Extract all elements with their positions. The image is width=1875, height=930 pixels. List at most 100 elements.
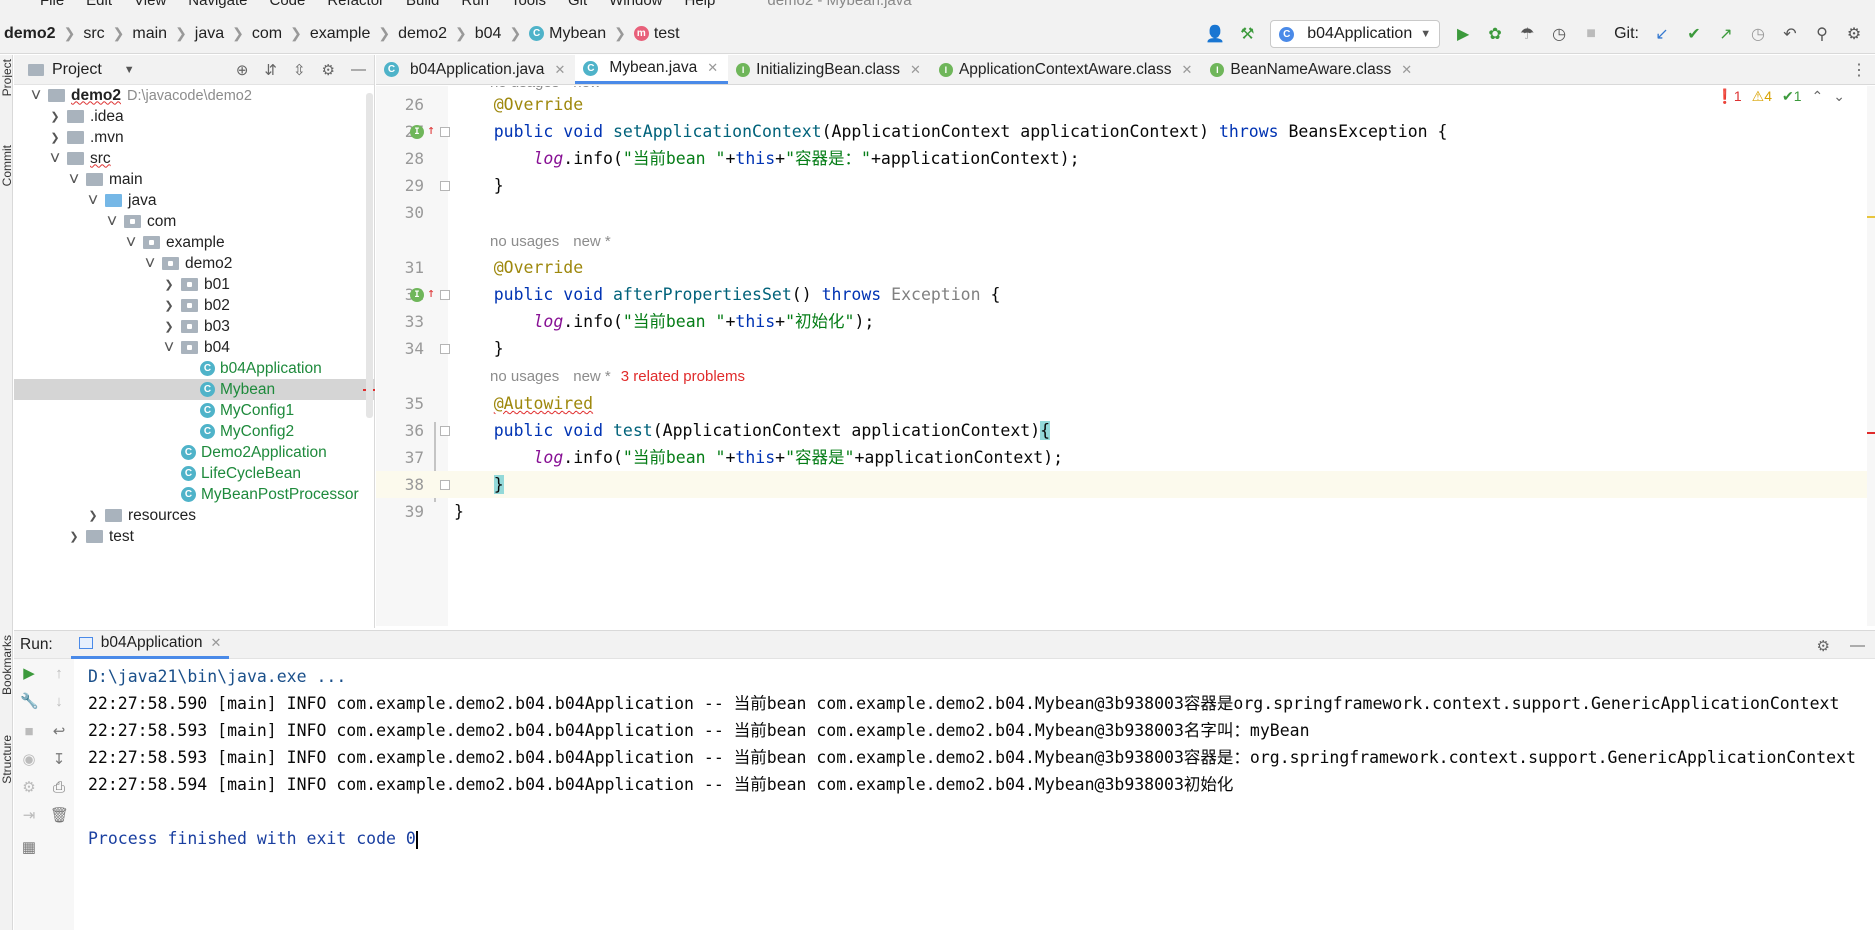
git-push-icon[interactable]: ↗ xyxy=(1717,25,1735,43)
arrow-down-icon[interactable]: ↓ xyxy=(50,693,68,711)
breadcrumb-item[interactable]: main xyxy=(132,25,167,43)
settings-icon[interactable]: ⚙ xyxy=(20,779,38,797)
camera-icon[interactable]: ◉ xyxy=(20,751,38,769)
menu-item[interactable]: Run xyxy=(461,0,489,9)
layout-icon[interactable]: ▦ xyxy=(20,839,38,857)
scroll-to-end-icon[interactable]: ↧ xyxy=(50,751,68,769)
breadcrumb-item[interactable]: m test xyxy=(633,25,680,43)
chevron-down-icon[interactable]: ▼ xyxy=(124,64,135,76)
code-line[interactable]: 30 xyxy=(376,199,1875,226)
menu-item[interactable]: Refactor xyxy=(327,0,384,9)
git-update-icon[interactable]: ↙ xyxy=(1653,25,1671,43)
editor-tab[interactable]: Cb04Application.java ✕ xyxy=(376,55,575,84)
code-line[interactable]: 34 } xyxy=(376,335,1875,362)
breadcrumb-item[interactable]: C Mybean xyxy=(529,25,606,43)
chevron-right-icon[interactable]: ❯ xyxy=(47,131,63,144)
code-line[interactable]: 39} xyxy=(376,498,1875,525)
soft-wrap-icon[interactable]: ↩ xyxy=(50,723,68,741)
implements-icon[interactable]: I xyxy=(410,288,424,302)
debug-icon[interactable]: ✿ xyxy=(1486,25,1504,43)
git-commit-icon[interactable]: ✔ xyxy=(1685,25,1703,43)
tree-item-demo2application[interactable]: C Demo2Application xyxy=(14,442,375,463)
close-icon[interactable]: ✕ xyxy=(910,62,921,78)
chevron-down-icon[interactable]: ˅ xyxy=(123,232,139,253)
fold-marker[interactable] xyxy=(440,290,450,300)
trash-icon[interactable]: 🗑 xyxy=(50,807,69,825)
search-icon[interactable]: ⚲ xyxy=(1813,25,1831,43)
code-line[interactable]: 31 @Override xyxy=(376,254,1875,281)
arrow-up-icon[interactable]: ↑ xyxy=(50,665,68,683)
code-line[interactable]: 27I↑ public void setApplicationContext(A… xyxy=(376,118,1875,145)
editor-tab[interactable]: I BeanNameAware.class ✕ xyxy=(1202,55,1422,84)
close-icon[interactable]: ✕ xyxy=(1401,62,1412,78)
close-icon[interactable]: ✕ xyxy=(210,635,221,651)
menu-item[interactable]: Tools xyxy=(511,0,546,9)
editor-tab[interactable]: I ApplicationContextAware.class ✕ xyxy=(931,55,1202,84)
tree-item-b02[interactable]: ❯ b02 xyxy=(14,295,375,316)
hammer-icon[interactable]: ⚒ xyxy=(1238,25,1256,43)
code-line[interactable]: 37 log.info("当前bean "+this+"容器是"+applica… xyxy=(376,444,1875,471)
code-line[interactable]: 35 @Autowired xyxy=(376,390,1875,417)
menu-item[interactable]: Help xyxy=(685,0,716,9)
menu-item[interactable]: Navigate xyxy=(188,0,247,9)
code-line[interactable]: 32I↑ public void afterPropertiesSet() th… xyxy=(376,281,1875,308)
tree-item-mybeanpostprocessor[interactable]: C MyBeanPostProcessor xyxy=(14,484,375,505)
gear-icon[interactable]: ⚙ xyxy=(1817,637,1830,655)
tree-item-b04application[interactable]: Cb04Application xyxy=(14,358,375,379)
tree-item-test[interactable]: ❯ test xyxy=(14,526,375,547)
rollback-icon[interactable]: ↶ xyxy=(1781,25,1799,43)
fold-marker[interactable] xyxy=(440,344,450,354)
rerun-icon[interactable]: ▶ xyxy=(20,665,38,683)
stop-icon[interactable]: ■ xyxy=(1582,25,1600,43)
chevron-down-icon[interactable]: ⌄ xyxy=(1833,88,1845,105)
tree-scrollbar[interactable] xyxy=(366,93,373,418)
stop-icon[interactable]: ■ xyxy=(20,723,38,741)
minimize-icon[interactable]: — xyxy=(1850,637,1865,655)
tree-item-demo2[interactable]: ˅ demo2 D:\javacode\demo2 xyxy=(14,85,375,106)
tree-item-src[interactable]: ˅ src xyxy=(14,148,375,169)
close-icon[interactable]: ✕ xyxy=(1181,62,1192,78)
code-line[interactable]: 29 } xyxy=(376,172,1875,199)
chevron-right-icon[interactable]: ❯ xyxy=(161,299,177,312)
chevron-down-icon[interactable]: ˅ xyxy=(28,85,44,106)
tree-item-b01[interactable]: ❯ b01 xyxy=(14,274,375,295)
run-tab[interactable]: b04Application ✕ xyxy=(70,631,230,659)
coverage-icon[interactable]: ☂ xyxy=(1518,25,1536,43)
breadcrumb-item[interactable]: java xyxy=(195,25,224,43)
menu-item[interactable]: Code xyxy=(269,0,305,9)
more-tabs-icon[interactable]: ⋮ xyxy=(1851,60,1867,80)
fold-marker[interactable] xyxy=(440,426,450,436)
print-icon[interactable]: ⎙ xyxy=(50,779,68,797)
tree-item-example[interactable]: ˅ example xyxy=(14,232,375,253)
chevron-down-icon[interactable]: ˅ xyxy=(47,148,63,169)
chevron-right-icon[interactable]: ❯ xyxy=(66,530,82,543)
code-line[interactable]: 33 log.info("当前bean "+this+"初始化"); xyxy=(376,308,1875,335)
code-line[interactable]: 36 public void test(ApplicationContext a… xyxy=(376,417,1875,444)
tree-item-java[interactable]: ˅ java xyxy=(14,190,375,211)
code-line[interactable]: 28 log.info("当前bean "+this+"容器是："+applic… xyxy=(376,145,1875,172)
arrow-up-icon[interactable]: ↑ xyxy=(424,287,438,301)
tree-item-com[interactable]: ˅ com xyxy=(14,211,375,232)
exit-icon[interactable]: ⇥ xyxy=(20,807,38,825)
chevron-right-icon[interactable]: ❯ xyxy=(85,509,101,522)
breadcrumb-item[interactable]: example xyxy=(310,25,370,43)
code-line[interactable]: 26 @Override xyxy=(376,91,1875,118)
chevron-down-icon[interactable]: ˅ xyxy=(104,211,120,232)
close-icon[interactable]: ✕ xyxy=(554,62,565,78)
implements-icon[interactable]: I xyxy=(410,125,424,139)
fold-marker[interactable] xyxy=(440,480,450,490)
breadcrumb-item[interactable]: com xyxy=(252,25,282,43)
menu-item[interactable]: Build xyxy=(406,0,439,9)
user-icon[interactable]: 👤 xyxy=(1205,25,1225,43)
side-tab-bookmarks[interactable]: Bookmarks xyxy=(0,635,12,695)
breadcrumb-item[interactable]: demo2 xyxy=(4,25,56,43)
run-icon[interactable]: ▶ xyxy=(1454,25,1472,43)
tree-item-mybean[interactable]: C Mybean xyxy=(14,379,375,400)
chevron-down-icon[interactable]: ˅ xyxy=(66,169,82,190)
tree-item-b04[interactable]: ˅ b04 xyxy=(14,337,375,358)
menu-item[interactable]: View xyxy=(134,0,166,9)
problems-label[interactable]: 3 related problems xyxy=(621,368,745,385)
collapse-all-icon[interactable]: ⇳ xyxy=(293,61,306,79)
chevron-right-icon[interactable]: ❯ xyxy=(47,110,63,123)
error-stripe[interactable] xyxy=(1867,432,1875,434)
